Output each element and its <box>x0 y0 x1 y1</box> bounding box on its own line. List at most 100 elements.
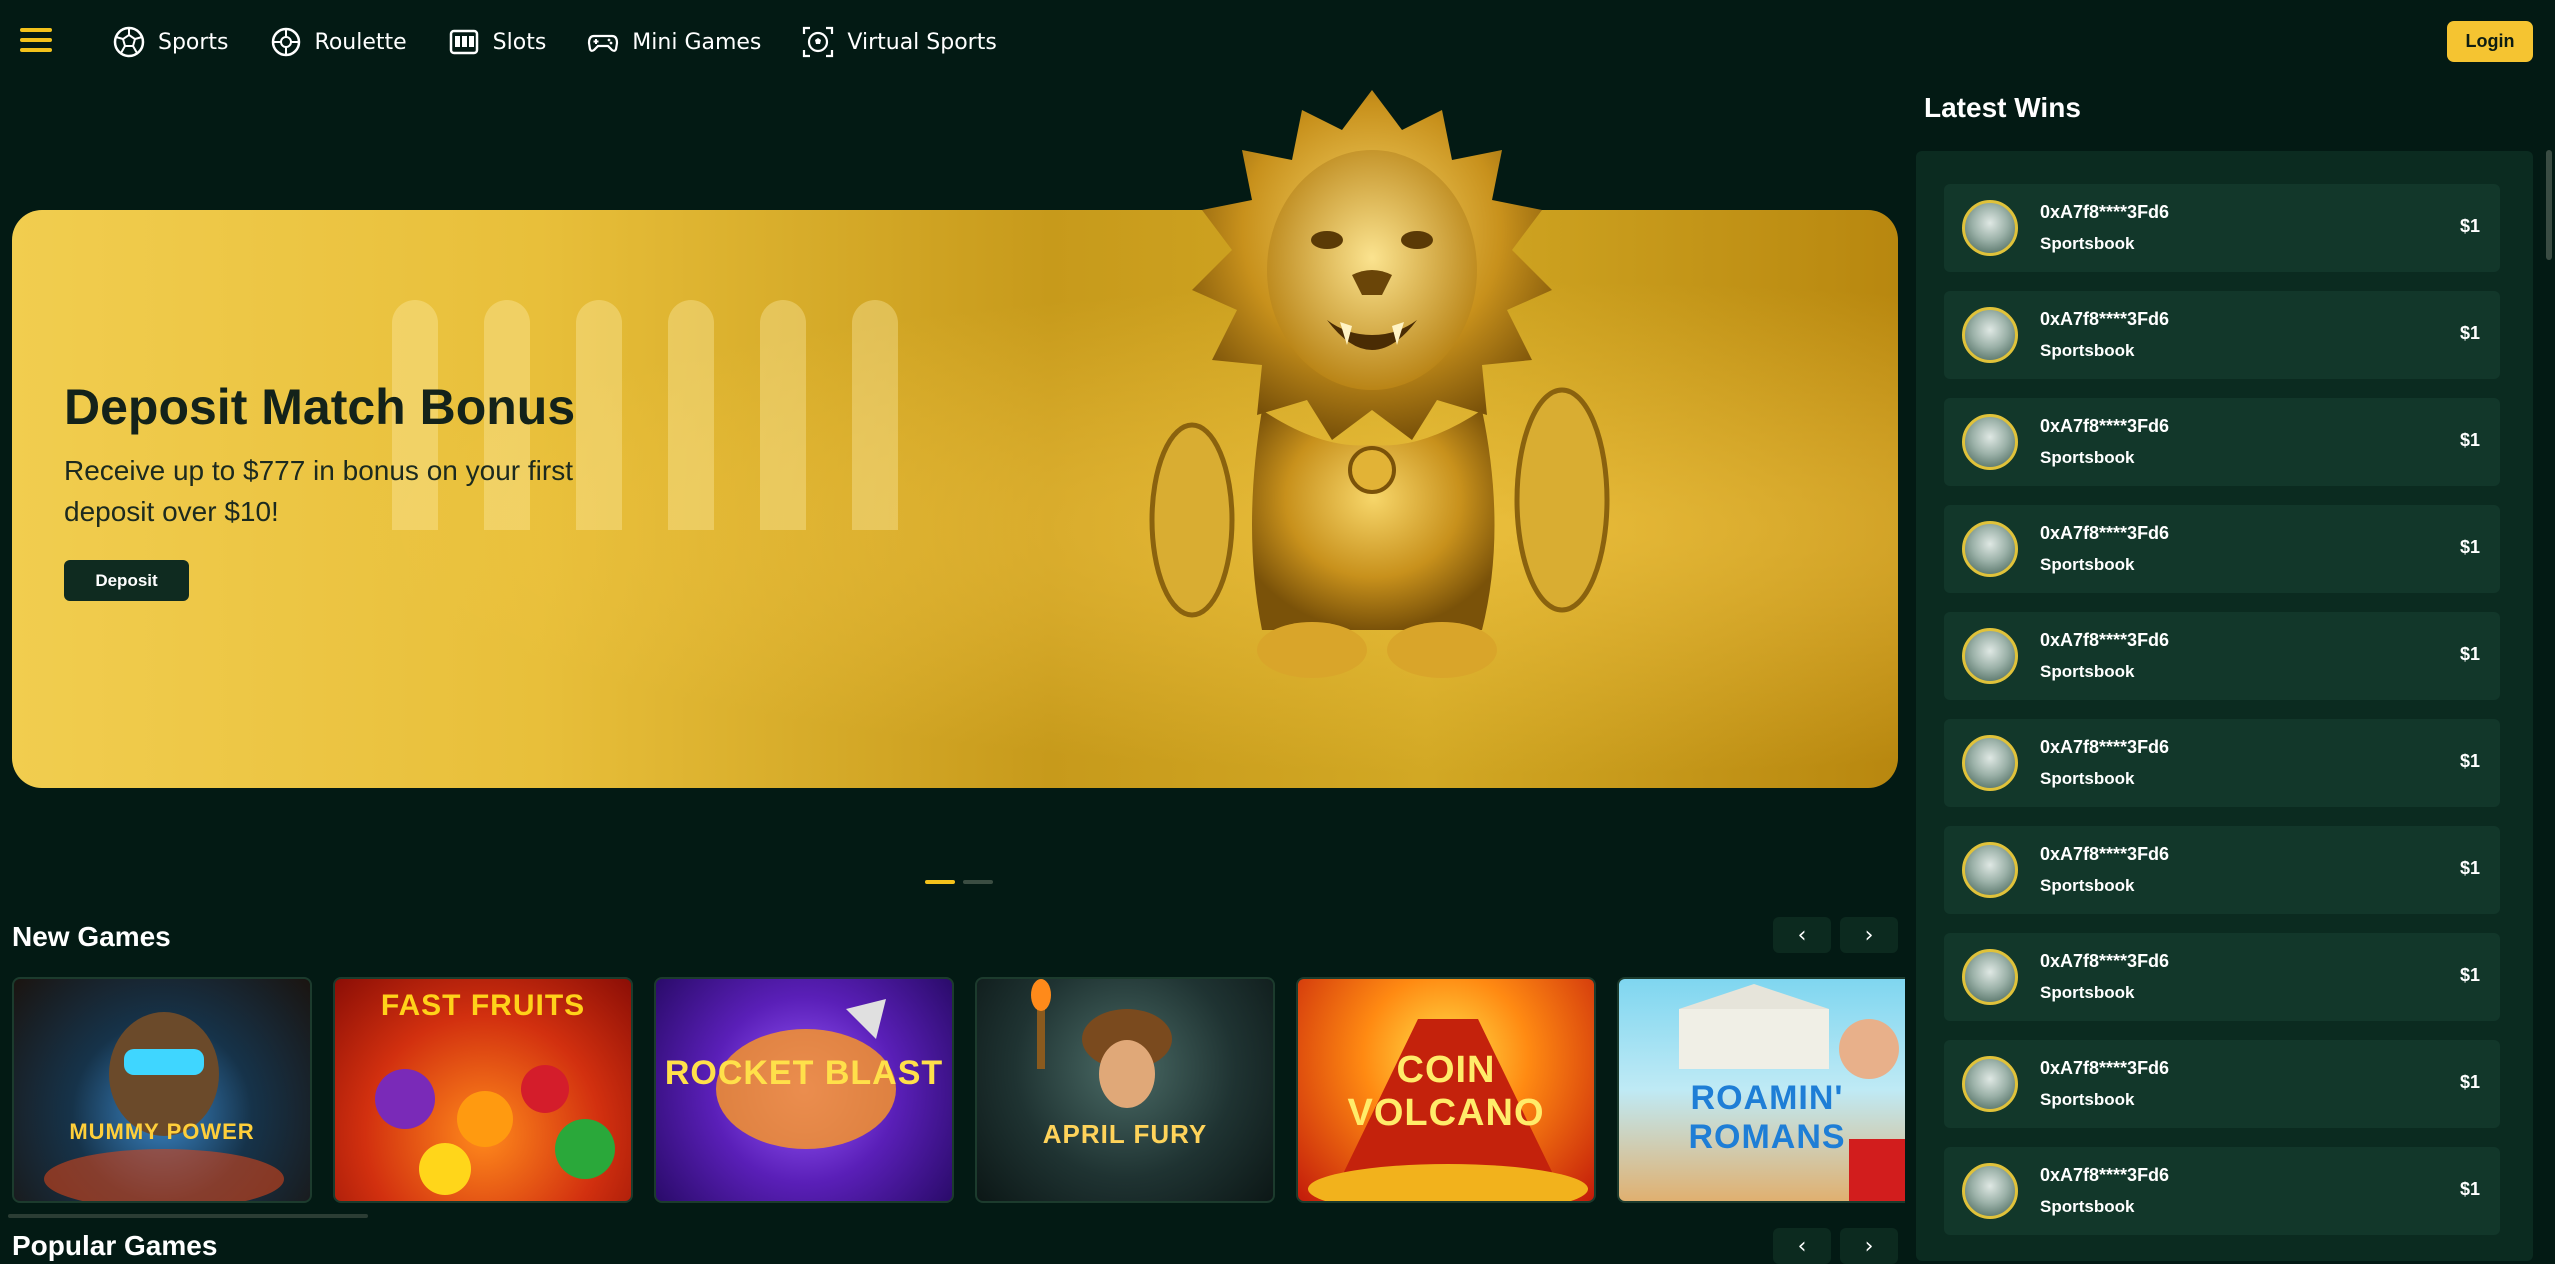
win-address: 0xA7f8****3Fd6 <box>2040 416 2170 436</box>
nav-label: Sports <box>158 29 229 55</box>
chevron-right-icon: › <box>1864 1233 1874 1259</box>
win-amount: $1 <box>2459 751 2480 771</box>
win-address: 0xA7f8****3Fd6 <box>2040 844 2170 864</box>
deposit-button[interactable]: Deposit <box>64 560 189 601</box>
chevron-left-icon: ‹ <box>1797 922 1807 948</box>
game-title: ROCKET BLAST <box>664 1054 944 1092</box>
golden-lion-illustration <box>1149 90 1610 678</box>
game-card[interactable]: ROAMIN' ROMANS <box>1617 977 1905 1203</box>
win-row[interactable]: 0xA7f8****3Fd6 Sportsbook $1 <box>1944 505 2500 593</box>
win-amount: $1 <box>2459 430 2480 450</box>
nav-label: Mini Games <box>632 29 762 55</box>
mummy-power-artwork <box>44 1012 284 1201</box>
win-row[interactable]: 0xA7f8****3Fd6 Sportsbook $1 <box>1944 719 2500 807</box>
latest-wins-panel: 0xA7f8****3Fd6 Sportsbook $1 0xA7f8****3… <box>1916 151 2533 1261</box>
carousel-dot-1[interactable] <box>925 880 955 884</box>
popular-games-next-button[interactable]: › <box>1840 1228 1898 1264</box>
carousel-indicators <box>925 880 993 884</box>
avatar <box>1962 842 2018 898</box>
roulette-icon <box>271 27 300 57</box>
win-row[interactable]: 0xA7f8****3Fd6 Sportsbook $1 <box>1944 398 2500 486</box>
win-amount: $1 <box>2459 1179 2480 1199</box>
win-row[interactable]: 0xA7f8****3Fd6 Sportsbook $1 <box>1944 826 2500 914</box>
virtual-ball-icon <box>803 26 834 58</box>
new-games-carousel: MUMMY POWER FAST FRUITS ROCKET BLAST APR… <box>12 977 1905 1205</box>
win-amount: $1 <box>2459 216 2480 236</box>
win-row[interactable]: 0xA7f8****3Fd6 Sportsbook $1 <box>1944 184 2500 272</box>
win-type: Sportsbook <box>2040 769 2135 788</box>
games-scrollbar[interactable] <box>8 1214 368 1218</box>
gamepad-icon <box>588 34 619 52</box>
game-title: MUMMY POWER <box>69 1119 255 1144</box>
avatar <box>1962 200 2018 256</box>
game-card[interactable]: APRIL FURY <box>975 977 1275 1203</box>
avatar <box>1962 414 2018 470</box>
win-address: 0xA7f8****3Fd6 <box>2040 1058 2170 1078</box>
latest-wins-title: Latest Wins <box>1924 92 2081 123</box>
nav-item-virtual-sports[interactable]: Virtual Sports <box>801 25 997 59</box>
menu-icon[interactable] <box>20 28 52 56</box>
game-title: FAST FRUITS <box>380 989 586 1022</box>
hero-carousel: Deposit Match Bonus Receive up to $777 i… <box>12 90 1898 790</box>
win-row[interactable]: 0xA7f8****3Fd6 Sportsbook $1 <box>1944 612 2500 700</box>
avatar <box>1962 1056 2018 1112</box>
win-row[interactable]: 0xA7f8****3Fd6 Sportsbook $1 <box>1944 1040 2500 1128</box>
avatar <box>1962 307 2018 363</box>
win-amount: $1 <box>2459 858 2480 878</box>
new-games-title: New Games <box>12 921 171 952</box>
chevron-right-icon: › <box>1864 922 1874 948</box>
win-type: Sportsbook <box>2040 1090 2135 1109</box>
win-address: 0xA7f8****3Fd6 <box>2040 737 2170 757</box>
nav-label: Virtual Sports <box>847 29 997 55</box>
game-card[interactable]: COIN VOLCANO <box>1296 977 1596 1203</box>
win-amount: $1 <box>2459 537 2480 557</box>
win-type: Sportsbook <box>2040 1197 2135 1216</box>
win-address: 0xA7f8****3Fd6 <box>2040 630 2170 650</box>
avatar <box>1962 735 2018 791</box>
win-type: Sportsbook <box>2040 876 2135 895</box>
nav-item-sports[interactable]: Sports <box>112 25 229 59</box>
nav-item-mini-games[interactable]: Mini Games <box>586 25 761 59</box>
slot-machine-icon <box>449 29 478 55</box>
win-row[interactable]: 0xA7f8****3Fd6 Sportsbook $1 <box>1944 291 2500 379</box>
avatar <box>1962 521 2018 577</box>
game-card[interactable]: ROCKET BLAST <box>654 977 954 1203</box>
nav-item-slots[interactable]: Slots <box>447 25 547 59</box>
win-address: 0xA7f8****3Fd6 <box>2040 309 2170 329</box>
game-title: ROAMIN' ROMANS <box>1688 1079 1846 1156</box>
login-button[interactable]: Login <box>2447 21 2533 62</box>
avatar <box>1962 949 2018 1005</box>
nav-label: Slots <box>492 29 547 55</box>
new-games-next-button[interactable]: › <box>1840 917 1898 953</box>
nav-label: Roulette <box>314 29 407 55</box>
carousel-dot-2[interactable] <box>963 880 993 884</box>
win-address: 0xA7f8****3Fd6 <box>2040 202 2170 222</box>
main-nav: Sports Roulette Slots Mini Games Virtual… <box>112 22 997 62</box>
new-games-prev-button[interactable]: ‹ <box>1773 917 1831 953</box>
win-amount: $1 <box>2459 965 2480 985</box>
popular-games-prev-button[interactable]: ‹ <box>1773 1228 1831 1264</box>
april-fury-artwork <box>1031 979 1172 1108</box>
win-row[interactable]: 0xA7f8****3Fd6 Sportsbook $1 <box>1944 933 2500 1021</box>
win-amount: $1 <box>2459 1072 2480 1092</box>
win-address: 0xA7f8****3Fd6 <box>2040 523 2170 543</box>
win-type: Sportsbook <box>2040 341 2135 360</box>
game-card[interactable]: MUMMY POWER <box>12 977 312 1203</box>
game-card[interactable]: FAST FRUITS <box>333 977 633 1203</box>
hero-title: Deposit Match Bonus <box>64 379 576 435</box>
win-type: Sportsbook <box>2040 662 2135 681</box>
avatar <box>1962 1163 2018 1219</box>
win-amount: $1 <box>2459 323 2480 343</box>
win-type: Sportsbook <box>2040 234 2135 253</box>
win-type: Sportsbook <box>2040 983 2135 1002</box>
soccer-ball-icon <box>113 26 145 58</box>
game-title: APRIL FURY <box>1042 1119 1208 1149</box>
win-row[interactable]: 0xA7f8****3Fd6 Sportsbook $1 <box>1944 1147 2500 1235</box>
hero-subtitle: Receive up to $777 in bonus on your firs… <box>64 455 573 527</box>
page-scrollbar[interactable] <box>2546 150 2552 260</box>
nav-item-roulette[interactable]: Roulette <box>269 25 407 59</box>
avatar <box>1962 628 2018 684</box>
chevron-left-icon: ‹ <box>1797 1233 1807 1259</box>
win-amount: $1 <box>2459 644 2480 664</box>
win-address: 0xA7f8****3Fd6 <box>2040 951 2170 971</box>
